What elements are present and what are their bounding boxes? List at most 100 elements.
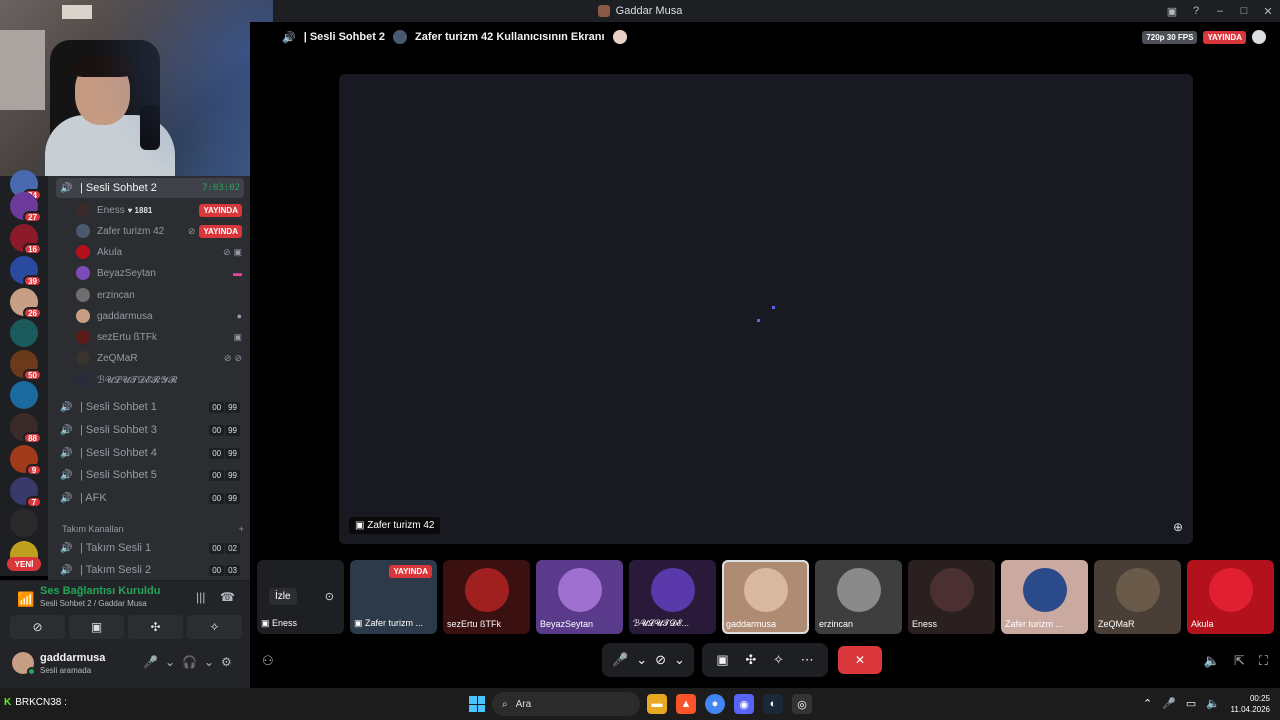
popout-icon[interactable]: ⇱ <box>1234 653 1245 669</box>
help-icon[interactable]: ? <box>1184 0 1208 22</box>
microphone-icon[interactable]: 🎤 <box>143 655 158 669</box>
start-button[interactable] <box>469 696 485 712</box>
screen-share-icon[interactable]: ▣ <box>712 652 732 668</box>
member-row[interactable]: ℬ𝓤𝓛𝓤𝓣𝓓𝓔𝓡𝓨𝓡 <box>76 370 242 390</box>
microphone-icon[interactable]: 🎤 <box>1162 697 1176 710</box>
member-row[interactable]: sezErtu ßTFk ▣ <box>76 327 242 347</box>
chevron-up-icon[interactable]: ⌃ <box>1143 697 1152 710</box>
voice-channel[interactable]: 🔊 | Sesli Sohbet 4 00 99 <box>56 443 244 463</box>
maximize-button[interactable]: □ <box>1232 0 1256 22</box>
volume-icon[interactable]: 🔈 <box>1204 653 1220 669</box>
server-icon[interactable]: 9 <box>10 445 42 476</box>
watch-button[interactable]: İzle <box>269 588 297 605</box>
voice-channel[interactable]: 🔊 | Sesli Sohbet 3 00 99 <box>56 420 244 440</box>
end-call-button[interactable]: ✕ <box>838 646 882 674</box>
server-icon[interactable]: 26 <box>10 288 42 319</box>
participant-tile[interactable]: İzle ⊙ ▣ Eness <box>257 560 344 634</box>
voice-location[interactable]: Sesli Sohbet 2 / Gaddar Musa <box>40 599 147 608</box>
clock[interactable]: 00:25 11.04.2026 <box>1231 693 1270 715</box>
steam-icon[interactable]: ◐ <box>763 694 783 714</box>
search-box[interactable]: ⌕ Ara <box>492 692 640 716</box>
status-icon: ● <box>236 311 242 321</box>
avatar <box>76 288 90 302</box>
minimize-button[interactable]: – <box>1208 0 1232 22</box>
microphone-icon[interactable]: 🎤 <box>608 652 632 668</box>
participant-tile[interactable]: ZeQMaR <box>1094 560 1181 634</box>
username[interactable]: gaddarmusa <box>40 652 105 664</box>
member-row[interactable]: Zafer turizm 42 ⊘ YAYINDA <box>76 221 242 241</box>
gear-icon[interactable]: ⚙ <box>221 655 232 669</box>
network-icon[interactable]: ▭ <box>1186 697 1196 710</box>
participant-tile[interactable]: ℬ𝓤𝓛𝓤𝓣𝓓𝓔... <box>629 560 716 634</box>
server-icon[interactable]: 27 <box>10 192 42 223</box>
server-icon[interactable] <box>10 319 38 347</box>
headphones-icon[interactable]: 🎧 <box>182 655 197 669</box>
server-icon[interactable]: 50 <box>10 350 42 381</box>
chevron-down-icon[interactable]: ⌄ <box>204 655 214 669</box>
participant-tile-self[interactable]: gaddarmusa <box>722 560 809 634</box>
member-row[interactable]: erzincan <box>76 285 242 305</box>
server-icon[interactable] <box>10 381 38 409</box>
stream-info: 720p 30 FPS YAYINDA <box>1142 30 1266 44</box>
soundboard-icon[interactable]: ✧ <box>769 652 788 668</box>
chrome-icon[interactable]: ● <box>705 694 725 714</box>
soundboard-button[interactable]: ✧ <box>187 615 242 639</box>
inbox-icon[interactable]: ▣ <box>1160 0 1184 22</box>
brave-icon[interactable]: ▲ <box>676 694 696 714</box>
participant-tile[interactable]: Akula <box>1187 560 1274 634</box>
member-row[interactable]: gaddarmusa ● <box>76 306 242 326</box>
file-explorer-icon[interactable]: ▬ <box>647 694 667 714</box>
voice-channel[interactable]: 🔊 | Takım Sesli 2 00 03 <box>56 560 244 580</box>
close-button[interactable]: ✕ <box>1256 0 1280 22</box>
member-row[interactable]: Eness ♥ 1881 YAYINDA <box>76 200 242 220</box>
voice-status[interactable]: Ses Bağlantısı Kuruldu <box>40 585 160 597</box>
voice-channel[interactable]: 🔊 | Sesli Sohbet 5 00 99 <box>56 465 244 485</box>
stream-owner-name: Zafer turizm 42 <box>367 520 435 531</box>
chevron-down-icon[interactable]: ⌄ <box>165 655 175 669</box>
member-row[interactable]: BeyazSeytan ▬ <box>76 263 242 283</box>
zoom-icon[interactable]: ⊕ <box>1173 520 1183 534</box>
participant-tile[interactable]: YAYINDA ▣ Zafer turizm ... <box>350 560 437 634</box>
participant-tile[interactable]: sezErtu ßTFk <box>443 560 530 634</box>
add-channel-icon[interactable]: + <box>239 524 244 534</box>
chevron-down-icon[interactable]: ⌄ <box>670 652 689 668</box>
activities-icon[interactable]: ✣ <box>741 652 760 668</box>
activities-button[interactable]: ✣ <box>128 615 183 639</box>
stage-channel-name[interactable]: | Sesli Sohbet 2 <box>304 31 385 43</box>
fullscreen-icon[interactable]: ⛶ <box>1259 653 1268 669</box>
add-people-icon[interactable]: ⚇ <box>262 653 274 669</box>
signal-icon[interactable]: 📶 <box>17 591 34 608</box>
voice-channel-active[interactable]: 🔊 | Sesli Sohbet 2 7:03:02 <box>56 178 244 198</box>
discord-icon[interactable]: ◉ <box>734 694 754 714</box>
search-icon: ⌕ <box>502 698 508 710</box>
more-icon[interactable]: ⋯ <box>797 652 818 668</box>
voice-channel[interactable]: 🔊 | Sesli Sohbet 1 00 99 <box>56 397 244 417</box>
new-badge[interactable]: YENİ <box>7 557 41 571</box>
stream-view[interactable]: ▣ Zafer turizm 42 ⊕ <box>339 74 1193 544</box>
participant-tile[interactable]: erzincan <box>815 560 902 634</box>
server-icon[interactable]: 88 <box>10 413 42 444</box>
member-row[interactable]: Akula ⊘ ▣ <box>76 242 242 262</box>
participant-tile[interactable]: Zafer turizm ... <box>1001 560 1088 634</box>
camera-off-icon[interactable]: ⊘ <box>651 652 670 668</box>
member-row[interactable]: ZeQMaR ⊘ ⊘ <box>76 348 242 368</box>
noise-suppression-icon[interactable]: ||| <box>196 590 205 604</box>
server-icon[interactable]: 7 <box>10 477 42 508</box>
server-icon[interactable] <box>10 509 38 537</box>
participant-tile[interactable]: BeyazSeytan <box>536 560 623 634</box>
taskbar-widget[interactable]: K BRKCN38 : <box>4 697 67 708</box>
category-header[interactable]: Takım Kanalları + <box>62 521 244 537</box>
volume-icon[interactable]: 🔈 <box>1206 697 1220 710</box>
app-icon[interactable]: ◎ <box>792 694 812 714</box>
camera-toggle-button[interactable]: ⊘ <box>10 615 65 639</box>
server-icon[interactable]: 16 <box>10 224 42 255</box>
screen-share-button[interactable]: ▣ <box>69 615 124 639</box>
participant-tile[interactable]: Eness <box>908 560 995 634</box>
disconnect-icon[interactable]: ☎ <box>220 590 235 604</box>
expand-icon[interactable]: ⊙ <box>325 590 334 603</box>
chevron-down-icon[interactable]: ⌄ <box>632 652 651 668</box>
chat-icon[interactable] <box>1252 30 1266 44</box>
server-icon[interactable]: 39 <box>10 256 42 287</box>
voice-channel[interactable]: 🔊 | AFK 00 99 <box>56 488 244 508</box>
voice-channel[interactable]: 🔊 | Takım Sesli 1 00 02 <box>56 538 244 558</box>
